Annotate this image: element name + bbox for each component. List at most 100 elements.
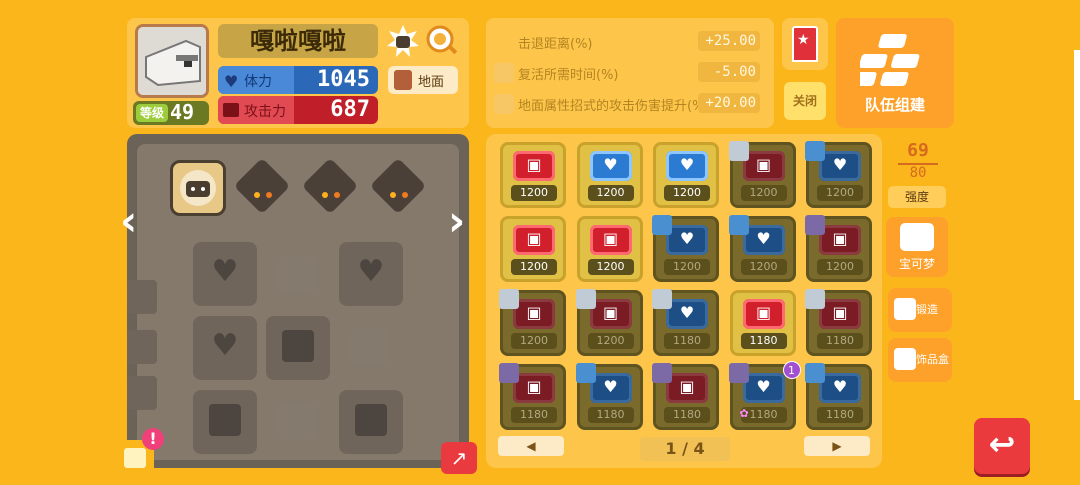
attack-icon: ▣ — [526, 229, 542, 248]
bonus-row: 复活所需时间(%) -5.00 — [494, 61, 766, 85]
stone-blue[interactable]: ♥ 1200 — [652, 215, 719, 282]
bonus-row: 击退距离(%) +25.00 — [494, 30, 766, 54]
decoration-box-label: 饰品盒 — [916, 353, 949, 366]
equipped-pokemon-icon — [805, 141, 825, 161]
stone-value: 1200 — [511, 259, 557, 275]
heart-icon: ♥ — [603, 155, 618, 174]
heart-icon: ♥ — [756, 377, 771, 396]
next-page-button[interactable]: ▶ — [804, 436, 870, 456]
stone-blue[interactable]: ♥ 1200 — [805, 141, 872, 208]
board-tile-heart[interactable]: ♥ — [193, 242, 257, 306]
side-tab[interactable] — [127, 330, 157, 364]
board-tile-attack[interactable] — [266, 316, 330, 380]
stone-red[interactable]: ▣ 1180 — [805, 289, 872, 356]
attack-gem-icon: ▣ — [589, 225, 632, 255]
active-slot[interactable] — [170, 160, 226, 216]
heart-icon: ♥ — [211, 254, 239, 289]
anvil-icon — [894, 298, 916, 320]
type-label: 地面 — [418, 75, 445, 90]
attack-icon: ▣ — [602, 303, 619, 322]
search-icon[interactable] — [425, 24, 459, 58]
strength-button[interactable]: 强度 — [888, 186, 946, 208]
back-button[interactable]: ↩ — [974, 418, 1030, 474]
side-tab[interactable] — [127, 280, 157, 314]
team-build-button[interactable]: 队伍组建 — [836, 18, 954, 128]
stone-blue[interactable]: ♥ 1200 — [728, 215, 796, 282]
stone-value: 1180 — [817, 333, 863, 349]
attack-icon — [209, 404, 241, 436]
equipped-pokemon-icon — [728, 215, 749, 235]
stone-value: 1180 — [511, 407, 557, 423]
pokemon-edit-icon — [900, 223, 934, 251]
stone-red[interactable]: ▣ 1200 — [575, 289, 643, 356]
board-tile-small[interactable] — [278, 256, 316, 294]
close-button[interactable]: 关闭 — [784, 82, 826, 120]
attack-gem-icon: ▣ — [589, 299, 632, 329]
ground-type-icon — [394, 70, 412, 90]
equipped-pokemon-icon — [499, 289, 519, 309]
stone-red[interactable]: ▣ 1200 — [576, 216, 643, 282]
share-button[interactable]: ↗ — [441, 442, 477, 474]
heart-gem-icon: ♥ — [819, 151, 861, 181]
pokemon-switch-icon — [124, 448, 146, 468]
stone-blue[interactable]: ♥ 1200 — [653, 142, 719, 208]
bonus-value: +25.00 — [698, 31, 760, 51]
alert-badge: ! — [142, 428, 164, 450]
stone-red[interactable]: ▣ 1200 — [500, 216, 566, 282]
attack-icon: ▣ — [526, 377, 542, 396]
stone-red[interactable]: ▣ 1200 — [499, 289, 566, 356]
attack-icon: ▣ — [832, 303, 848, 322]
slot-dot — [402, 192, 408, 198]
stone-blue[interactable]: ♥ 1180 — [652, 289, 719, 356]
equipped-pokemon-icon — [575, 289, 596, 309]
attack-gem-icon: ▣ — [742, 299, 785, 329]
stone-red[interactable]: ▣ 1180 — [499, 363, 566, 430]
attack-icon: ▣ — [679, 377, 695, 396]
prev-page-button[interactable]: ◀ — [498, 436, 564, 456]
pokemon-button[interactable]: 宝可梦 — [886, 217, 948, 277]
stone-blue[interactable]: ♥ 1180 — [575, 363, 643, 430]
hp-stat: ♥ 体力 1045 — [218, 66, 378, 94]
board-tile-small[interactable] — [278, 402, 316, 440]
stone-blue[interactable]: ♥ 1180 1 ✿ — [728, 361, 801, 430]
stone-value: 1200 — [511, 333, 557, 349]
heart-gem-icon: ♥ — [589, 373, 632, 403]
board-tile-attack[interactable] — [339, 390, 403, 454]
stone-value: 1180 — [740, 333, 787, 349]
slot-dot — [334, 192, 340, 198]
stone-value: 1180 — [664, 407, 710, 423]
favorite-ribbon-button[interactable]: ★ — [782, 18, 828, 70]
board-tile-small[interactable] — [350, 328, 388, 366]
decoration-box-button[interactable]: 饰品盒 — [888, 338, 952, 382]
board-tile-heart[interactable]: ♥ — [193, 316, 257, 380]
attack-icon: ▣ — [602, 229, 619, 248]
stone-blue[interactable]: ♥ 1200 — [576, 142, 643, 208]
next-pokemon-arrow[interactable]: › — [448, 196, 465, 245]
gift-box-icon — [894, 348, 916, 370]
side-tab[interactable] — [127, 376, 157, 410]
heart-gem-icon: ♥ — [819, 373, 861, 403]
heart-gem-icon: ♥ — [589, 151, 632, 181]
hp-label: 体力 — [244, 74, 272, 90]
stone-blue[interactable]: ♥ 1180 — [805, 363, 872, 430]
starburst-icon[interactable] — [386, 24, 420, 58]
star-icon: ★ — [797, 32, 810, 48]
strength-current: 69 — [907, 140, 929, 161]
attack-icon: ▣ — [755, 155, 772, 174]
stone-red[interactable]: ▣ 1200 — [805, 215, 872, 282]
level-label: 等级 — [136, 104, 168, 122]
pokemon-avatar[interactable] — [135, 24, 209, 98]
attack-icon: ▣ — [755, 303, 772, 322]
stone-value: 1200 — [587, 333, 634, 349]
forge-button[interactable]: 锻造 — [888, 288, 952, 332]
board-tile-attack[interactable] — [193, 390, 257, 454]
heart-gem-icon: ♥ — [666, 299, 708, 329]
stone-red[interactable]: ▣ 1200 — [728, 141, 796, 208]
board-tile-heart[interactable]: ♥ — [339, 242, 403, 306]
stone-red[interactable]: ▣ 1180 — [652, 363, 719, 430]
stone-red[interactable]: ▣ 1180 — [729, 290, 796, 356]
stone-value: 1200 — [664, 185, 710, 201]
prev-pokemon-arrow[interactable]: ‹ — [120, 196, 137, 245]
stone-red[interactable]: ▣ 1200 — [500, 142, 566, 208]
edge-strip — [1074, 50, 1080, 400]
